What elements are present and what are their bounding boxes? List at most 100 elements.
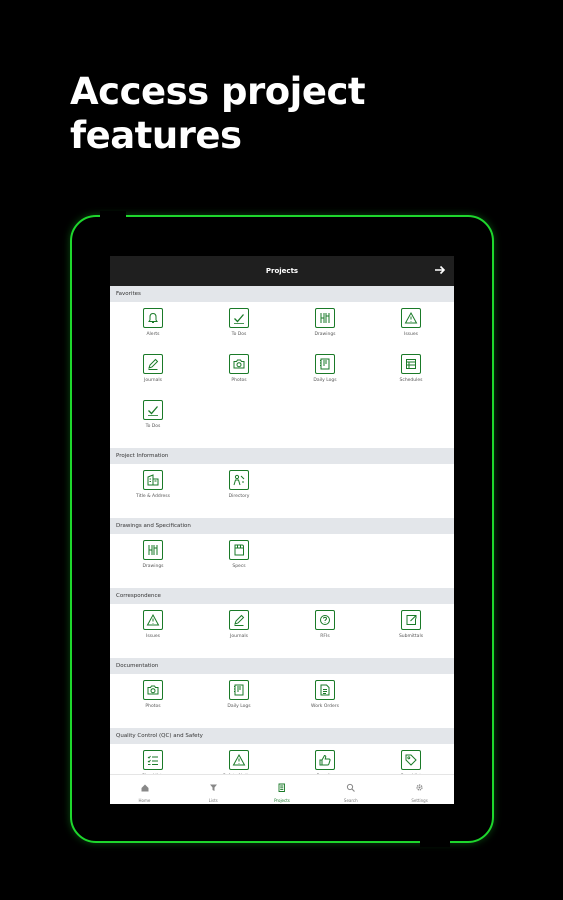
section-grid: Drawings Specs	[110, 534, 454, 588]
nav-item-settings[interactable]: Settings	[385, 775, 454, 804]
feature-label: RFIs	[320, 634, 330, 639]
feature-tile-daily-logs[interactable]: Daily Logs	[282, 354, 368, 400]
feature-label: Directory	[228, 494, 250, 499]
document-icon	[315, 680, 335, 700]
feature-tile-directory[interactable]: Directory	[196, 470, 282, 516]
submittal-icon	[401, 610, 421, 630]
drawings-icon	[315, 308, 335, 328]
feature-tile-photos[interactable]: Photos	[110, 680, 196, 726]
section-header-project-information: Project Information	[110, 448, 454, 464]
feature-tile-issues[interactable]: Issues	[368, 308, 454, 354]
nav-label: Projects	[274, 797, 290, 803]
section-header-correspondence: Correspondence	[110, 588, 454, 604]
feature-label: Drawings	[142, 564, 164, 569]
headline: Access project features	[70, 70, 366, 158]
gear-icon	[415, 777, 424, 796]
frame-gap	[100, 211, 126, 221]
feature-tile-drawings[interactable]: Drawings	[282, 308, 368, 354]
headline-line1: Access project	[70, 70, 366, 113]
feature-label: To Dos	[145, 424, 161, 429]
project-features-list: Favorites Alerts To Dos Drawings Issues Journ…	[110, 286, 454, 775]
daily-log-icon	[315, 354, 335, 374]
question-icon	[315, 610, 335, 630]
feature-label: Alerts	[146, 332, 160, 337]
pencil-icon	[229, 610, 249, 630]
nav-item-search[interactable]: Search	[316, 775, 385, 804]
feature-tile-journals[interactable]: Journals	[110, 354, 196, 400]
schedule-icon	[401, 354, 421, 374]
feature-tile-checklists[interactable]: Checklists	[110, 750, 196, 775]
nav-item-lists[interactable]: Lists	[179, 775, 248, 804]
feature-label: Issues	[146, 634, 160, 639]
feature-tile-rfis[interactable]: RFIs	[282, 610, 368, 656]
warning-icon	[229, 750, 249, 770]
feature-tile-work-orders[interactable]: Work Orders	[282, 680, 368, 726]
feature-label: To Dos	[231, 332, 247, 337]
feature-label: Photos	[145, 704, 161, 709]
feature-tile-specs[interactable]: Specs	[196, 540, 282, 586]
people-icon	[229, 470, 249, 490]
daily-log-icon	[229, 680, 249, 700]
spec-book-icon	[229, 540, 249, 560]
page-title: Projects	[265, 267, 299, 275]
feature-label: Daily Logs	[313, 378, 337, 383]
warning-icon	[401, 308, 421, 328]
search-icon	[346, 777, 356, 796]
bottom-nav: Home Lists Projects Search Settings	[110, 774, 454, 804]
section-header-documentation: Documentation	[110, 658, 454, 674]
feature-tile-permits[interactable]: Permits	[282, 750, 368, 775]
section-grid: Alerts To Dos Drawings Issues Journals Photos…	[110, 302, 454, 448]
checklist-icon	[143, 750, 163, 770]
feature-label: Journals	[230, 634, 248, 639]
feature-tile-punchlist[interactable]: Punchlist	[368, 750, 454, 775]
feature-tile-schedules[interactable]: Schedules	[368, 354, 454, 400]
feature-label: Daily Logs	[227, 704, 251, 709]
nav-item-home[interactable]: Home	[110, 775, 179, 804]
feature-tile-to-dos[interactable]: To Dos	[196, 308, 282, 354]
section-grid: Photos Daily Logs Work Orders	[110, 674, 454, 728]
feature-label: Work Orders	[311, 704, 339, 709]
section-grid: Issues Journals RFIs Submittals	[110, 604, 454, 658]
feature-label: Issues	[404, 332, 418, 337]
feature-tile-photos[interactable]: Photos	[196, 354, 282, 400]
feature-tile-journals[interactable]: Journals	[196, 610, 282, 656]
headline-line2: features	[70, 114, 242, 157]
pencil-icon	[143, 354, 163, 374]
feature-tile-alerts[interactable]: Alerts	[110, 308, 196, 354]
building-icon	[143, 470, 163, 490]
feature-label: Photos	[231, 378, 247, 383]
arrow-right-icon[interactable]	[434, 264, 446, 276]
nav-item-projects[interactable]: Projects	[248, 775, 317, 804]
nav-label: Lists	[208, 797, 218, 803]
feature-label: Journals	[144, 378, 162, 383]
feature-label: Schedules	[399, 378, 423, 383]
warning-icon	[143, 610, 163, 630]
section-header-favorites: Favorites	[110, 286, 454, 302]
feature-tile-safety-notices[interactable]: Safety Notices	[196, 750, 282, 775]
feature-tile-title-address[interactable]: Title & Address	[110, 470, 196, 516]
section-header-drawings-and-specification: Drawings and Specification	[110, 518, 454, 534]
feature-label: Drawings	[314, 332, 336, 337]
section-grid: Title & Address Directory	[110, 464, 454, 518]
feature-tile-submittals[interactable]: Submittals	[368, 610, 454, 656]
checkmark-icon	[229, 308, 249, 328]
section-header-quality-control-qc-and-safety: Quality Control (QC) and Safety	[110, 728, 454, 744]
feature-tile-daily-logs[interactable]: Daily Logs	[196, 680, 282, 726]
app-screen: Projects Favorites Alerts To Dos Drawings Is…	[110, 256, 454, 804]
frame-gap	[420, 837, 450, 847]
nav-label: Settings	[411, 797, 428, 803]
feature-label: Specs	[232, 564, 246, 569]
feature-tile-issues[interactable]: Issues	[110, 610, 196, 656]
feature-label: Title & Address	[136, 494, 170, 499]
camera-icon	[229, 354, 249, 374]
projects-icon	[277, 777, 286, 796]
camera-icon	[143, 680, 163, 700]
nav-label: Search	[343, 797, 358, 803]
tag-icon	[401, 750, 421, 770]
nav-label: Home	[138, 797, 151, 803]
thumbs-up-icon	[315, 750, 335, 770]
feature-tile-drawings[interactable]: Drawings	[110, 540, 196, 586]
feature-tile-to-dos[interactable]: To Dos	[110, 400, 196, 446]
filter-icon	[209, 777, 218, 796]
drawings-icon	[143, 540, 163, 560]
